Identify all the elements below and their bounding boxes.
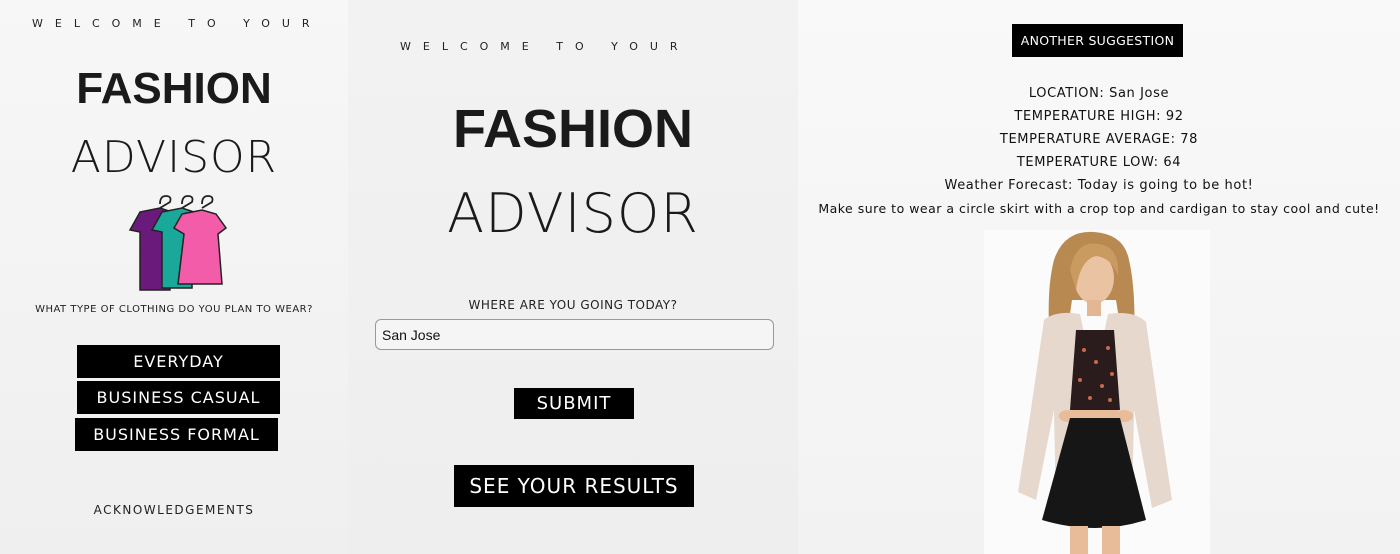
location-input[interactable]: San Jose [375, 319, 774, 350]
temperature-average: TEMPERATURE AVERAGE: 78 [999, 132, 1199, 147]
see-results-button[interactable]: SEE YOUR RESULTS [454, 465, 694, 507]
location-readout: LOCATION: San Jose [1028, 86, 1170, 101]
weather-forecast: Weather Forecast: Today is going to be h… [944, 178, 1254, 193]
outfit-suggestion: Make sure to wear a circle skirt with a … [818, 201, 1380, 216]
clothing-type-panel: WELCOME TO YOUR FASHION ADVISOR WHAT TYP… [0, 0, 348, 554]
outfit-photo [984, 230, 1210, 554]
temperature-high: TEMPERATURE HIGH: 92 [1014, 109, 1184, 124]
business-formal-button[interactable]: BUSINESS FORMAL [75, 418, 278, 451]
everyday-button[interactable]: EVERYDAY [77, 345, 280, 378]
welcome-text: WELCOME TO YOUR [400, 40, 690, 53]
results-panel: ANOTHER SUGGESTION LOCATION: San Jose TE… [798, 0, 1400, 554]
title-fashion: FASHION [452, 99, 694, 159]
welcome-text: WELCOME TO YOUR [32, 17, 322, 30]
business-casual-button[interactable]: BUSINESS CASUAL [77, 381, 280, 414]
acknowledgements-link[interactable]: ACKNOWLEDGEMENTS [0, 503, 348, 517]
clothing-question: WHAT TYPE OF CLOTHING DO YOU PLAN TO WEA… [35, 304, 313, 315]
location-panel: WELCOME TO YOUR FASHION ADVISOR WHERE AR… [348, 0, 798, 554]
another-suggestion-button[interactable]: ANOTHER SUGGESTION [1012, 24, 1183, 57]
location-question: WHERE ARE YOU GOING TODAY? [468, 298, 678, 312]
temperature-low: TEMPERATURE LOW: 64 [1016, 155, 1182, 170]
pink-shirt [172, 209, 228, 285]
title-fashion: FASHION [76, 64, 272, 113]
title-advisor: ADVISOR [447, 182, 699, 245]
submit-button[interactable]: SUBMIT [514, 388, 634, 419]
clothes-hanger-logo [128, 195, 228, 291]
outfit-illustration [1018, 231, 1172, 554]
title-advisor: ADVISOR [70, 132, 278, 183]
